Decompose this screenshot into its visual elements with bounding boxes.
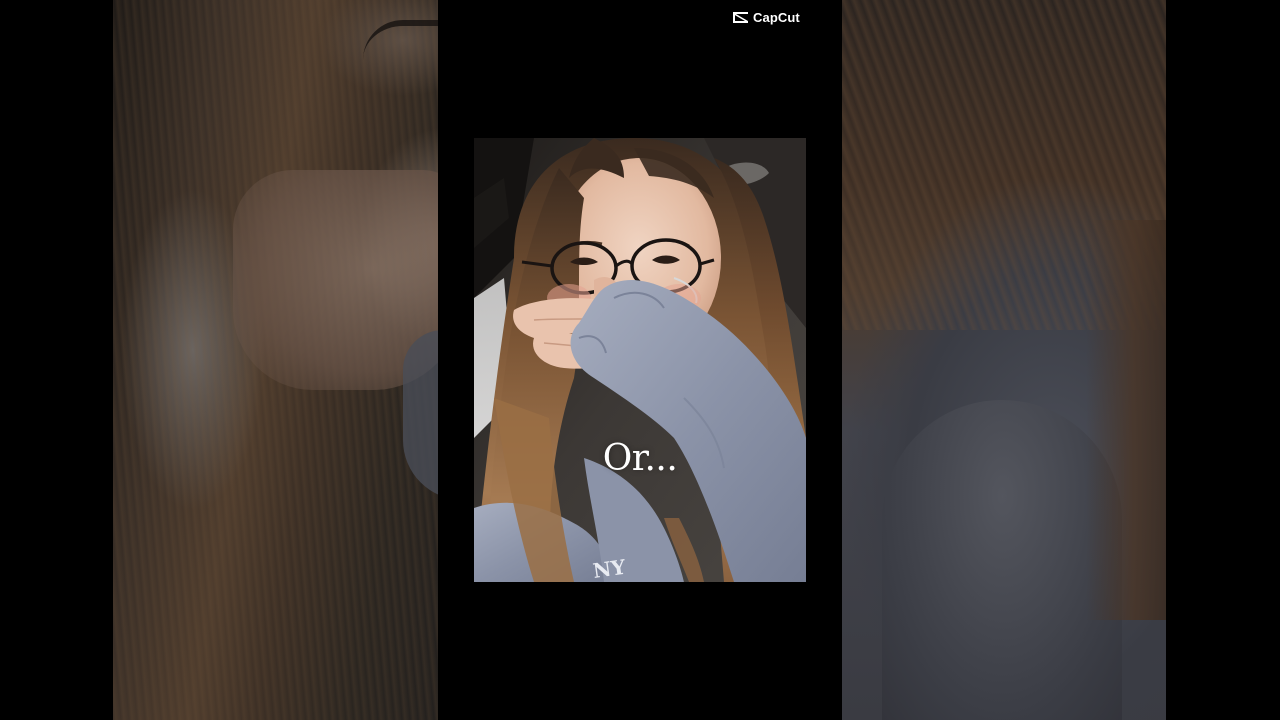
svg-text:NY: NY: [591, 555, 627, 582]
capcut-logo-icon: [732, 11, 749, 24]
blurred-background-right: [842, 0, 1166, 720]
video-caption: Or...: [602, 438, 678, 479]
selfie-photo: NY: [474, 138, 806, 582]
capcut-watermark: CapCut: [732, 8, 800, 26]
blurred-background-left: [113, 0, 438, 720]
watermark-brand-text: CapCut: [753, 9, 800, 25]
video-player[interactable]: CapCut NY Or...: [0, 0, 1280, 720]
